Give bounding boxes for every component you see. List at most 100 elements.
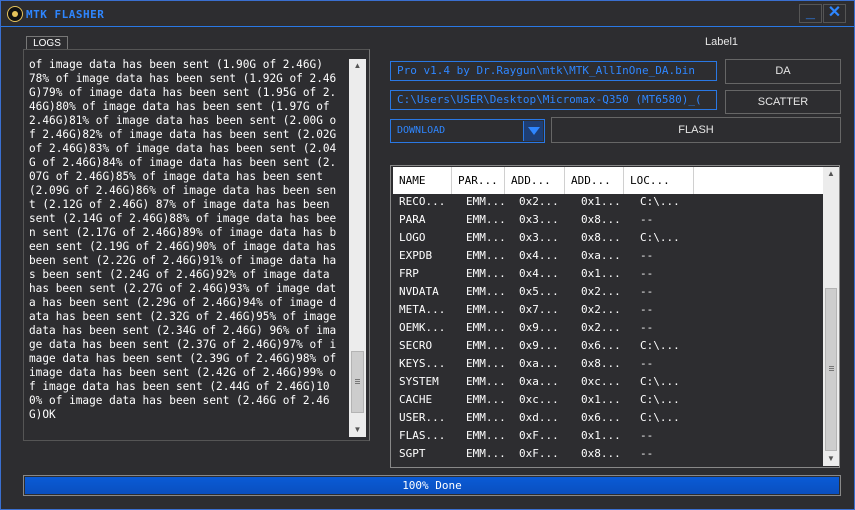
window-title: MTK FLASHER — [26, 8, 105, 21]
table-row[interactable]: SGPT EMM... 0xF... 0x8... -- — [393, 445, 823, 463]
table-cell: -- — [640, 213, 654, 226]
table-cell: OEMK... — [399, 321, 446, 334]
table-cell: 0xa... — [519, 375, 559, 388]
progress-bar: 100% Done — [23, 475, 841, 496]
table-cell: 0x6... — [581, 411, 621, 424]
column-header[interactable]: NAME — [393, 167, 452, 194]
table-row[interactable]: OEMK... EMM... 0x9... 0x2... -- — [393, 319, 823, 337]
da-button[interactable]: DA — [725, 59, 841, 84]
table-cell: KEYS... — [399, 357, 446, 370]
table-cell: 0x2... — [519, 195, 559, 208]
column-header[interactable]: ADD... — [505, 167, 565, 194]
table-cell: 0xF... — [519, 429, 559, 442]
table-row[interactable]: EXPDB EMM... 0x4... 0xa... -- — [393, 247, 823, 265]
logs-scroll-thumb[interactable] — [351, 351, 364, 413]
table-cell: EMM... — [466, 267, 506, 280]
table-cell: 0x2... — [581, 303, 621, 316]
minimize-button[interactable]: _ — [799, 4, 822, 23]
table-cell: -- — [640, 303, 654, 316]
table-cell: EMM... — [466, 285, 506, 298]
table-cell: 0x8... — [581, 357, 621, 370]
table-row[interactable]: RECO... EMM... 0x2... 0x1... C:\... — [393, 193, 823, 211]
logs-scrollbar[interactable]: ▲ ▼ — [349, 59, 366, 437]
logs-text[interactable]: of image data has been sent (1.90G of 2.… — [29, 58, 342, 438]
table-cell: C:\... — [640, 195, 680, 208]
table-cell: -- — [640, 321, 654, 334]
da-path-field[interactable]: Pro v1.4 by Dr.Raygun\mtk\MTK_AllInOne_D… — [390, 61, 717, 81]
table-cell: 0x9... — [519, 339, 559, 352]
flash-button[interactable]: FLASH — [551, 117, 841, 143]
table-cell: EMM... — [466, 249, 506, 262]
table-cell: 0x2... — [581, 285, 621, 298]
table-cell: EMM... — [466, 375, 506, 388]
table-cell: C:\... — [640, 411, 680, 424]
table-cell: -- — [640, 429, 654, 442]
table-cell: 0xa... — [581, 249, 621, 262]
table-row[interactable]: KEYS... EMM... 0xa... 0x8... -- — [393, 355, 823, 373]
logs-panel: of image data has been sent (1.90G of 2.… — [23, 49, 370, 441]
table-cell: FLAS... — [399, 429, 446, 442]
table-row[interactable]: META... EMM... 0x7... 0x2... -- — [393, 301, 823, 319]
table-cell: 0x2... — [581, 321, 621, 334]
title-bar[interactable]: MTK FLASHER _ ✕ — [1, 1, 854, 27]
mode-select[interactable]: DOWNLOAD — [390, 119, 545, 143]
table-row[interactable]: USER... EMM... 0xd... 0x6... C:\... — [393, 409, 823, 427]
table-cell: EMM... — [466, 321, 506, 334]
table-row[interactable]: FRP EMM... 0x4... 0x1... -- — [393, 265, 823, 283]
table-cell: EMM... — [466, 357, 506, 370]
partition-table: NAME PAR... ADD... ADD... LOC... RECO...… — [390, 165, 840, 468]
mode-select-value: DOWNLOAD — [397, 125, 446, 136]
table-cell: -- — [640, 267, 654, 280]
scroll-down-icon[interactable]: ▼ — [823, 452, 839, 466]
table-row[interactable]: LOGO EMM... 0x3... 0x8... C:\... — [393, 229, 823, 247]
scroll-up-icon[interactable]: ▲ — [823, 167, 839, 181]
table-cell: RECO... — [399, 195, 446, 208]
table-cell: CACHE — [399, 393, 433, 406]
table-cell: USER... — [399, 411, 446, 424]
column-header[interactable]: LOC... — [624, 167, 694, 194]
table-cell: EMM... — [466, 213, 506, 226]
table-cell: 0xc... — [519, 393, 559, 406]
table-cell: 0x9... — [519, 321, 559, 334]
chevron-down-icon[interactable] — [523, 121, 543, 141]
table-cell: EMM... — [466, 231, 506, 244]
title-divider — [1, 26, 854, 27]
table-row[interactable]: CACHE EMM... 0xc... 0x1... C:\... — [393, 391, 823, 409]
table-cell: 0x1... — [581, 393, 621, 406]
table-cell: 0xd... — [519, 411, 559, 424]
scroll-up-icon[interactable]: ▲ — [349, 59, 366, 73]
table-row[interactable]: SECRO EMM... 0x9... 0x6... C:\... — [393, 337, 823, 355]
table-cell: EMM... — [466, 195, 506, 208]
table-cell: 0x8... — [581, 231, 621, 244]
table-cell: EMM... — [466, 339, 506, 352]
table-row[interactable]: SYSTEM EMM... 0xa... 0xc... C:\... — [393, 373, 823, 391]
column-header[interactable]: PAR... — [452, 167, 505, 194]
progress-label: 100% Done — [402, 479, 462, 492]
table-cell: 0xc... — [581, 375, 621, 388]
table-row[interactable]: PARA EMM... 0x3... 0x8... -- — [393, 211, 823, 229]
table-row[interactable]: NVDATA EMM... 0x5... 0x2... -- — [393, 283, 823, 301]
label1: Label1 — [705, 36, 739, 48]
table-cell: EMM... — [466, 411, 506, 424]
table-cell: -- — [640, 357, 654, 370]
table-cell: SGPT — [399, 447, 426, 460]
table-row[interactable]: FLAS... EMM... 0xF... 0x1... -- — [393, 427, 823, 445]
scroll-down-icon[interactable]: ▼ — [349, 423, 366, 437]
table-cell: LOGO — [399, 231, 426, 244]
table-cell: C:\... — [640, 231, 680, 244]
table-cell: C:\... — [640, 393, 680, 406]
table-scroll-thumb[interactable] — [825, 288, 837, 451]
table-scrollbar[interactable]: ▲ ▼ — [823, 167, 839, 466]
table-cell: EMM... — [466, 303, 506, 316]
table-cell: 0x6... — [581, 339, 621, 352]
table-cell: 0x7... — [519, 303, 559, 316]
close-button[interactable]: ✕ — [823, 4, 846, 23]
scatter-path-field[interactable]: C:\Users\USER\Desktop\Micromax-Q350 (MT6… — [390, 90, 717, 110]
table-cell: 0x5... — [519, 285, 559, 298]
column-header[interactable]: ADD... — [565, 167, 624, 194]
table-cell: 0x4... — [519, 249, 559, 262]
table-cell: EMM... — [466, 447, 506, 460]
table-cell: -- — [640, 249, 654, 262]
table-cell: 0x3... — [519, 231, 559, 244]
scatter-button[interactable]: SCATTER — [725, 90, 841, 114]
